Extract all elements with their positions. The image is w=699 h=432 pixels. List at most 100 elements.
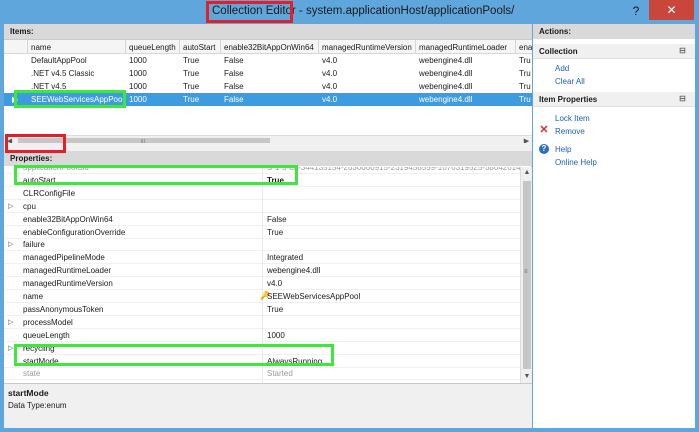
cell-enable32bit: False: [224, 82, 244, 91]
item-properties-group-label: Item Properties: [539, 95, 598, 104]
collection-group-header[interactable]: Collection ⊟: [533, 44, 695, 59]
property-row-enableconfigurationoverride[interactable]: enableConfigurationOverride True: [4, 224, 520, 239]
column-divider: [262, 314, 263, 329]
column-header-managedruntimeversion[interactable]: managedRuntimeVersion: [319, 40, 416, 54]
property-row-clrconfigfile[interactable]: CLRConfigFile: [4, 185, 520, 200]
property-name: name: [23, 292, 44, 301]
autostart-annotation-box: [14, 165, 298, 185]
items-header: Items:: [4, 24, 532, 39]
column-divider: [262, 198, 263, 213]
property-value[interactable]: Started: [267, 369, 293, 378]
column-header-queuelength[interactable]: queueLength: [126, 40, 180, 54]
column-header-managedruntimeloader[interactable]: managedRuntimeLoader: [416, 40, 516, 54]
property-name: enableConfigurationOverride: [23, 227, 126, 237]
column-header-truncated[interactable]: ena: [516, 40, 532, 54]
collapse-icon[interactable]: ⊟: [678, 94, 687, 103]
title-bar: Collection Editor - system.applicationHo…: [0, 0, 699, 24]
cell-autostart: True: [183, 56, 200, 65]
cell-name: DefaultAppPool: [31, 56, 87, 65]
property-row-managedpipelinemode[interactable]: managedPipelineMode Integrated: [4, 250, 520, 265]
expand-arrow-icon[interactable]: ▷: [8, 240, 13, 248]
property-row-passanonymoustoken[interactable]: passAnonymousToken True: [4, 301, 520, 316]
properties-header: Properties:: [4, 151, 532, 166]
property-row-managedruntimeversion[interactable]: managedRuntimeVersion v4.0: [4, 276, 520, 291]
item-properties-group-header[interactable]: Item Properties ⊟: [533, 92, 695, 107]
property-value[interactable]: Integrated: [267, 253, 303, 262]
description-text: Data Type:enum: [8, 401, 67, 410]
property-row-state[interactable]: state Started: [4, 366, 520, 381]
description-panel: startMode Data Type:enum: [4, 383, 532, 428]
column-header-autostart[interactable]: autoStart: [180, 40, 221, 54]
expand-arrow-icon[interactable]: ▷: [8, 344, 13, 352]
property-value[interactable]: S-1-5-82-344135154-2630060915-2319458559…: [267, 167, 520, 172]
left-pane: Items: name queueLength autoStart enable…: [4, 24, 532, 428]
cell-enable32bit: False: [224, 69, 244, 78]
column-divider: [262, 224, 263, 239]
column-divider: [262, 327, 263, 342]
column-divider: [262, 211, 263, 226]
property-value[interactable]: v4.0: [267, 279, 282, 288]
column-divider: [262, 366, 263, 381]
expand-arrow-icon[interactable]: ▷: [8, 318, 13, 326]
cell-runtimeloader: webengine4.dll: [419, 56, 473, 65]
vertical-scroll-thumb[interactable]: ≡: [523, 181, 531, 369]
cell-runtimeversion: v4.0: [322, 95, 338, 104]
column-divider: [262, 301, 263, 316]
column-header-enable32bit[interactable]: enable32BitAppOnWin64: [221, 40, 319, 54]
online-help-link[interactable]: Online Help: [555, 158, 597, 167]
column-divider: [262, 263, 263, 278]
property-name: enable32BitAppOnWin64: [23, 214, 113, 224]
help-button[interactable]: ?: [626, 2, 646, 20]
expand-arrow-icon[interactable]: ▷: [8, 202, 13, 210]
property-value[interactable]: True: [267, 228, 283, 237]
column-divider: [262, 250, 263, 265]
scroll-down-arrow-icon[interactable]: ▼: [521, 371, 533, 383]
column-divider: [262, 237, 263, 252]
cell-runtimeloader: webengine4.dll: [419, 95, 473, 104]
scroll-up-arrow-icon[interactable]: ▲: [521, 167, 533, 179]
property-value[interactable]: webengine4.dll: [267, 266, 320, 275]
property-name: CLRConfigFile: [23, 188, 76, 198]
row-selector-header: [4, 40, 28, 54]
property-row-cpu[interactable]: ▷ cpu: [4, 198, 520, 213]
close-button[interactable]: ✕: [649, 0, 694, 20]
property-name: passAnonymousToken: [23, 304, 104, 314]
help-link[interactable]: Help: [555, 145, 571, 154]
property-value[interactable]: 1000: [267, 331, 285, 340]
cell-enable32bit: False: [224, 95, 244, 104]
column-header-name[interactable]: name: [28, 40, 126, 54]
actions-header: Actions:: [533, 24, 695, 39]
properties-annotation-box: [5, 134, 66, 153]
property-row-name[interactable]: name 🔑 SEEWebServicesAppPool: [4, 289, 520, 303]
property-row-enable32bitapponwin64[interactable]: enable32BitAppOnWin64 False: [4, 211, 520, 226]
cell-runtimeversion: v4.0: [322, 56, 338, 65]
property-name: managedRuntimeLoader: [23, 266, 112, 276]
property-row-processmodel[interactable]: ▷ processModel: [4, 314, 520, 329]
collapse-icon[interactable]: ⊟: [678, 46, 687, 55]
property-name: failure: [23, 240, 45, 250]
startmode-annotation-box: [14, 344, 334, 366]
property-value[interactable]: True: [267, 305, 283, 314]
table-row[interactable]: .NET v4.5 Classic 1000 True False v4.0 webeng…: [4, 67, 532, 80]
collection-group-label: Collection: [539, 47, 578, 56]
cell-truncated: Tru: [519, 69, 531, 78]
cell-queuelength: 1000: [129, 82, 147, 91]
items-grid-header: name queueLength autoStart enable32BitAp…: [4, 40, 532, 54]
property-value[interactable]: False: [267, 215, 287, 224]
lock-item-link[interactable]: Lock Item: [555, 114, 590, 123]
pane-splitter[interactable]: [4, 143, 532, 151]
cell-queuelength: 1000: [129, 56, 147, 65]
clear-all-link[interactable]: Clear All: [555, 77, 585, 86]
scroll-grip-icon: ≡: [524, 269, 528, 275]
column-divider: [262, 276, 263, 291]
add-link[interactable]: Add: [555, 64, 569, 73]
property-value[interactable]: SEEWebServicesAppPool: [267, 292, 360, 301]
property-row-managedruntimeloader[interactable]: managedRuntimeLoader webengine4.dll: [4, 263, 520, 278]
help-icon: ?: [539, 144, 549, 154]
table-row[interactable]: DefaultAppPool 1000 True False v4.0 webengine…: [4, 54, 532, 67]
actions-pane: Actions: Collection ⊟ Add Clear All Item…: [533, 24, 695, 428]
property-row-failure[interactable]: ▷ failure: [4, 237, 520, 252]
remove-link[interactable]: Remove: [555, 127, 585, 136]
property-row-queuelength[interactable]: queueLength 1000: [4, 327, 520, 342]
properties-vertical-scrollbar[interactable]: ▲ ≡ ▼: [520, 167, 532, 383]
